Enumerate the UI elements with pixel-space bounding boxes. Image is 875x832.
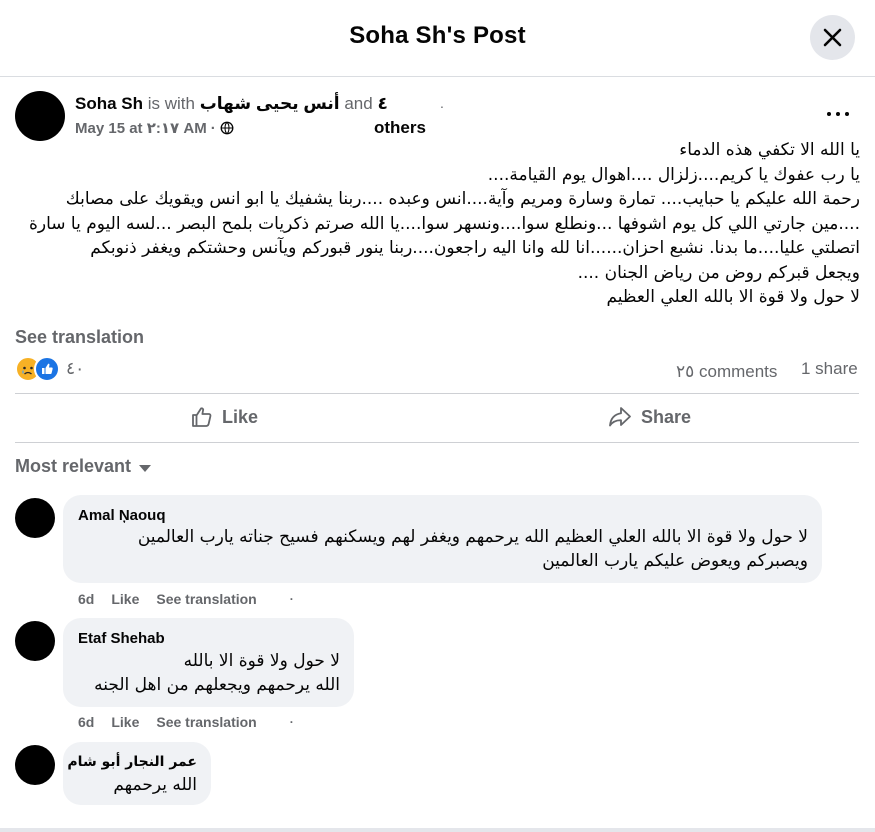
comment-line: لا حول ولا قوة الا بالله [183,651,340,671]
comment-see-translation[interactable]: See translation [156,714,256,730]
caret-down-icon [139,464,152,472]
thumbs-up-icon [192,407,212,427]
comment-separator: · [289,592,294,606]
comment-filter-dropdown[interactable]: Most relevant [15,456,152,477]
commenter-avatar[interactable] [15,745,55,785]
post-date[interactable]: May 15 at ٢:١٧ AM [75,119,207,137]
share-label: Share [641,406,692,427]
share-button[interactable]: Share [607,394,691,440]
comment-text: لا حول ولا قوة الا بالله العلي العظيم ال… [138,525,808,573]
comment-like-button[interactable]: Like [111,591,139,607]
commenter-name[interactable]: Etaf Shehab [78,630,165,647]
close-button[interactable] [810,15,855,60]
post-body: يا الله الا تكفي هذه الدماء يا رب عفوك ي… [10,138,860,310]
comment-text: الله يرحمهم [113,773,197,797]
tagged-user[interactable]: أنس يحيى شهاب [200,94,340,113]
post-line: ويجعل قبركم روض من رياض الجنان .... [577,262,860,283]
meta-separator: · [210,119,216,137]
more-dot-icon [836,112,840,116]
post-line: يا الله الا تكفي هذه الدماء [679,140,860,160]
author-name[interactable]: Soha Sh [75,94,143,113]
comment-line: الله يرحمهم [113,775,197,795]
globe-icon [220,121,234,135]
filter-label: Most relevant [15,456,132,476]
comment-separator: · [289,715,294,729]
comment-actions: 6d Like See translation · [78,591,311,607]
with-text: is with [147,94,195,113]
others-count[interactable]: ٤ [377,94,387,113]
more-options-button[interactable] [823,104,853,124]
post-line: لا حول ولا قوة الا بالله العلي العظيم [606,287,860,307]
comment-like-button[interactable]: Like [111,714,139,730]
post-line: ....مين جارتي اللي كل يوم اشوفها ...ونطل… [28,213,860,234]
comment-time[interactable]: 6d [78,591,94,607]
comment-text: لا حول ولا قوة الا بالله الله يرحمهم ويج… [94,649,340,697]
bottom-divider [0,828,875,832]
others-link[interactable]: others [374,118,426,138]
like-label: Like [222,406,259,427]
dot-mark: . [440,95,444,111]
comments-count[interactable]: ٢٥ comments [676,359,786,384]
more-dot-icon [845,112,849,116]
shares-count[interactable]: 1 share [801,359,858,379]
post-line: يا رب عفوك يا كريم....زلزال ....اهوال يو… [487,164,860,185]
post-line: رحمة الله عليكم يا حبايب.... تمارة وسارة… [65,189,860,209]
comment-line: لا حول ولا قوة الا بالله العلي العظيم ال… [137,527,808,547]
commenter-avatar[interactable] [15,498,55,538]
author-line: Soha Sh is with أنس يحيى شهاب and ٤ [75,94,388,114]
and-text: and [344,94,373,113]
commenter-name[interactable]: Amal Ņaouq [78,507,166,524]
dialog-title: Soha Sh's Post [349,22,526,49]
post-line: اتصلتي عليا....ما بدنا. نشبع احزان......… [90,238,860,258]
commenter-name[interactable]: عمر النجار أبو شام [67,754,197,770]
more-dot-icon [827,112,831,116]
comment-line: ويصبركم ويعوض عليكم يارب العالمين [542,551,808,571]
dialog-header: Soha Sh's Post [0,0,875,77]
reaction-count: ٤٠ [66,359,85,378]
close-icon [823,28,842,47]
like-reaction-icon [34,356,60,382]
comment-line: الله يرحمهم ويجعلهم من اهل الجنه [94,675,340,695]
see-translation-link[interactable]: See translation [15,327,144,348]
comment-actions: 6d Like See translation · [78,714,311,730]
comment-time[interactable]: 6d [78,714,94,730]
commenter-avatar[interactable] [15,621,55,661]
reactions-summary[interactable]: ٤٠ [15,356,85,382]
share-arrow-icon [609,407,631,427]
post-meta: May 15 at ٢:١٧ AM · [75,119,234,137]
like-button[interactable]: Like [190,394,258,440]
post-actions-bar: Like Share [15,393,859,443]
comment-see-translation[interactable]: See translation [156,591,256,607]
author-avatar[interactable] [15,91,65,141]
